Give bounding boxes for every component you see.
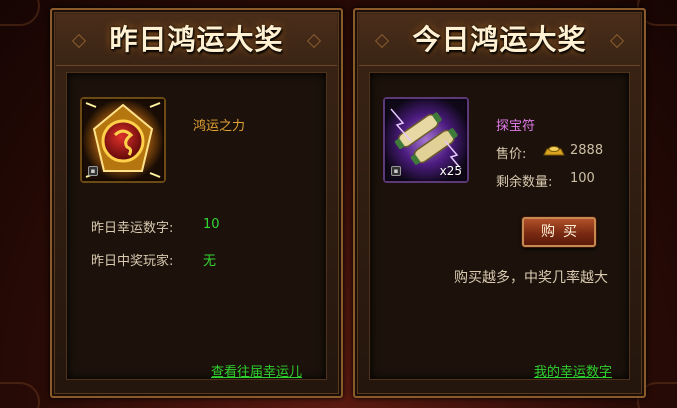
ornament-icon: [374, 33, 390, 49]
panel-body: ▪ 鸿运之力 昨日幸运数字: 10 昨日中奖玩家: 无 查看往届幸运儿: [66, 72, 327, 380]
ornament-icon: [609, 33, 625, 49]
item-slot[interactable]: ▪ x25: [383, 97, 469, 183]
lock-icon: ▪: [88, 166, 98, 176]
history-winners-link[interactable]: 查看往届幸运儿: [211, 361, 302, 380]
item-name: 鸿运之力: [193, 119, 246, 134]
gold-ingot-icon: [543, 146, 565, 156]
remaining-label: 剩余数量:: [496, 175, 553, 190]
panel-title: 昨日鸿运大奖: [56, 14, 337, 66]
item-slot[interactable]: ▪: [80, 97, 166, 183]
panel-body: ▪ x25 探宝符 售价: 2888 剩余数量: 100 购买 购买越多，中奖几…: [369, 72, 630, 380]
lucky-number-label: 昨日幸运数字:: [91, 221, 174, 236]
yesterday-title: 昨日鸿运大奖: [109, 23, 284, 56]
lucky-number-value: 10: [203, 217, 220, 232]
remaining-value: 100: [570, 171, 595, 186]
panel-title: 今日鸿运大奖: [359, 14, 640, 66]
price-label: 售价:: [496, 147, 527, 162]
my-lucky-numbers-link[interactable]: 我的幸运数字: [534, 361, 612, 380]
buy-button[interactable]: 购买: [522, 217, 596, 247]
price-value: 2888: [570, 143, 604, 158]
lock-icon: ▪: [391, 166, 401, 176]
item-quantity: x25: [439, 164, 462, 178]
ornament-icon: [71, 33, 87, 49]
yesterday-prize-panel: 昨日鸿运大奖 ▪ 鸿运之力 昨日幸运数字: 10 昨日中奖玩家: 无 查看往届幸…: [50, 8, 343, 398]
today-title: 今日鸿运大奖: [412, 23, 587, 56]
item-name: 探宝符: [496, 119, 536, 134]
winner-label: 昨日中奖玩家:: [91, 254, 174, 269]
winner-value: 无: [203, 254, 217, 269]
today-prize-panel: 今日鸿运大奖 ▪ x25 探宝符 售价: 2888 剩余数量: 100 购买 购…: [353, 8, 646, 398]
ornament-icon: [306, 33, 322, 49]
purchase-hint: 购买越多，中奖几率越大: [454, 270, 608, 286]
